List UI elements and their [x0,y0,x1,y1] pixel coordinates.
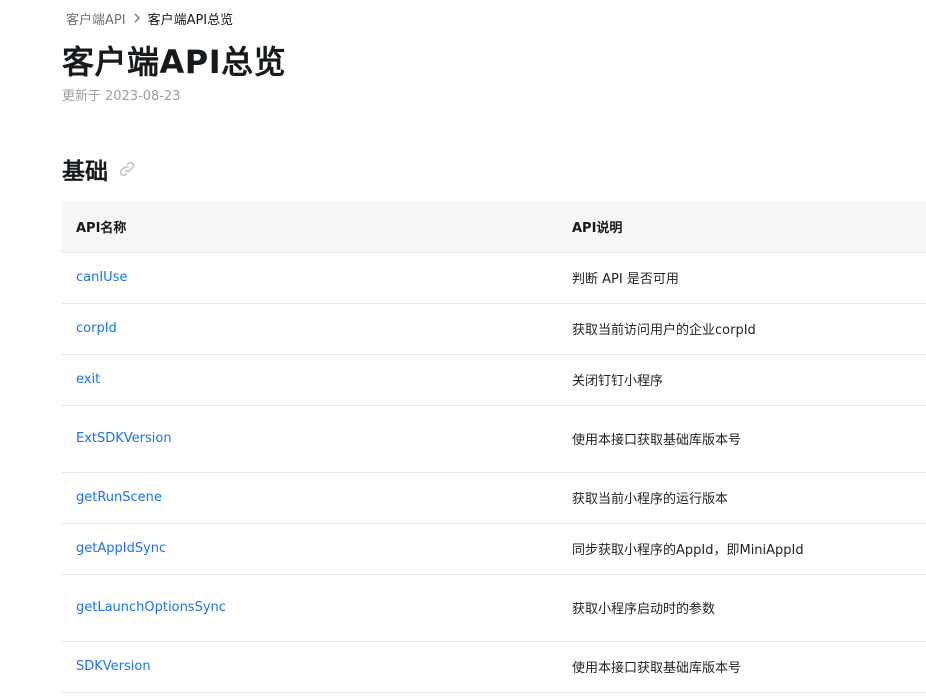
breadcrumb-item-current: 客户端API总览 [147,12,234,28]
updated-label: 更新于 [62,89,102,104]
page-title: 客户端API总览 [62,43,287,81]
section-heading: 基础 [62,152,138,186]
table-header-row: API名称 API说明 [62,201,926,253]
api-link-getRunScene[interactable]: getRunScene [76,490,162,505]
updated-info: 更新于 2023-08-23 [62,88,181,106]
section-title: 基础 [62,159,108,185]
table-row: getRunScene 获取当前小程序的运行版本 [62,472,926,524]
updated-date: 2023-08-23 [105,89,181,104]
table-row: getAppIdSync 同步获取小程序的AppId，即MiniAppId [62,523,926,575]
table-row: exit 关闭钉钉小程序 [62,354,926,406]
api-description: 获取当前小程序的运行版本 [558,472,926,524]
breadcrumb-item-parent[interactable]: 客户端API [66,9,126,28]
api-link-canIUse[interactable]: canIUse [76,270,127,285]
breadcrumb: 客户端API 客户端API总览 [66,9,234,28]
api-link-exit[interactable]: exit [76,372,100,387]
api-description: 使用本接口获取基础库版本号 [558,405,926,473]
api-link-getLaunchOptionsSync[interactable]: getLaunchOptionsSync [76,600,226,615]
table-row: ExtSDKVersion 使用本接口获取基础库版本号 [62,405,926,473]
column-header-desc: API说明 [558,201,926,253]
table-row: SDKVersion 使用本接口获取基础库版本号 [62,641,926,693]
api-description: 获取小程序启动时的参数 [558,574,926,642]
chevron-right-icon [130,9,144,27]
table-row: getLaunchOptionsSync 获取小程序启动时的参数 [62,574,926,642]
api-description: 获取当前访问用户的企业corpId [558,303,926,355]
api-link-corpId[interactable]: corpId [76,321,117,336]
api-table: API名称 API说明 canIUse 判断 API 是否可用 corpId 获… [62,201,926,693]
api-description: 关闭钉钉小程序 [558,354,926,406]
api-link-getAppIdSync[interactable]: getAppIdSync [76,541,166,556]
table-row: corpId 获取当前访问用户的企业corpId [62,303,926,355]
api-link-ExtSDKVersion[interactable]: ExtSDKVersion [76,431,172,446]
api-description: 同步获取小程序的AppId，即MiniAppId [558,523,926,575]
api-link-SDKVersion[interactable]: SDKVersion [76,659,151,674]
api-description: 判断 API 是否可用 [558,252,926,304]
table-row: canIUse 判断 API 是否可用 [62,252,926,304]
api-description: 使用本接口获取基础库版本号 [558,641,926,693]
link-icon[interactable] [116,158,138,180]
column-header-name: API名称 [62,201,558,253]
